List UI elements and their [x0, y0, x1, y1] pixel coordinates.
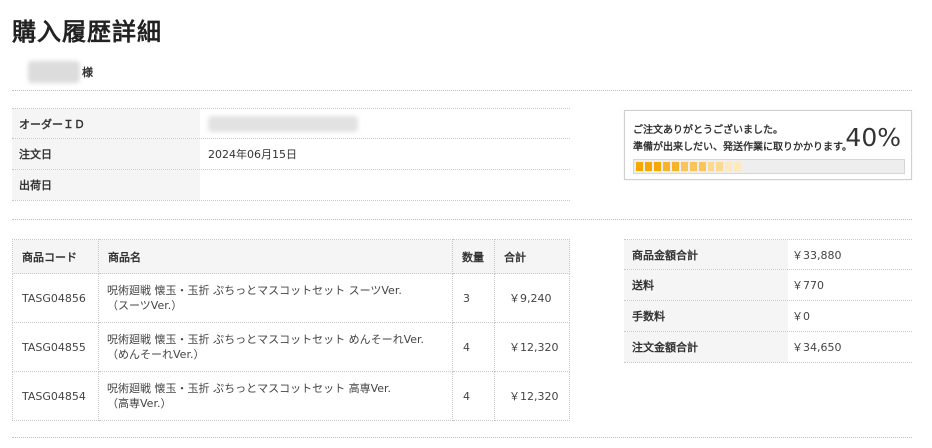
item-name: 呪術廻戦 懐玉・玉折 ぷちっとマスコットセット めんそーれVer. （めんそーれ… [98, 322, 453, 372]
item-code: TASG04856 [12, 273, 99, 323]
divider [12, 219, 912, 220]
redacted-order-id [208, 115, 358, 132]
item-subtotal: ￥9,240 [494, 273, 570, 323]
progress-segment-empty [868, 162, 875, 171]
item-name-line2: （高専Ver.） [107, 397, 172, 410]
progress-segment-filled [716, 162, 724, 171]
divider [12, 437, 912, 438]
item-name: 呪術廻戦 懐玉・玉折 ぷちっとマスコットセット 高専Ver. （高専Ver.） [98, 371, 453, 421]
item-code: TASG04854 [12, 371, 99, 421]
totals-row: 送料 ￥770 [624, 270, 912, 301]
progress-segment-filled [689, 162, 697, 171]
progress-segment-empty [877, 162, 884, 171]
progress-segment-empty [788, 162, 795, 171]
totals-table: 商品金額合計 ￥33,880 送料 ￥770 手数料 ￥0 注文金額合計 ￥34… [624, 239, 912, 363]
progress-segment-empty [859, 162, 866, 171]
progress-segment-empty [824, 162, 831, 171]
item-subtotal: ￥12,320 [494, 371, 570, 421]
shipping-value: ￥770 [792, 279, 824, 292]
progress-segment-empty [743, 162, 750, 171]
order-info-table: オーダーＩＤ 注文日 2024年06月15日 出荷日 [12, 108, 570, 201]
ship-date-value [200, 170, 570, 200]
progress-percent: 40% [845, 123, 901, 152]
item-name-line2: （スーツVer.） [107, 299, 183, 312]
fee-label: 手数料 [624, 301, 788, 331]
item-name-line2: （めんそーれVer.） [107, 348, 205, 361]
shipping-label: 送料 [624, 270, 788, 300]
progress-segment-empty [851, 162, 858, 171]
progress-segment-filled [662, 162, 670, 171]
progress-segment-empty [752, 162, 759, 171]
progress-segment-filled [725, 162, 733, 171]
totals-row: 注文金額合計 ￥34,650 [624, 332, 912, 363]
order-date-row: 注文日 2024年06月15日 [12, 139, 570, 170]
progress-segment-filled [680, 162, 688, 171]
table-row: TASG04855 呪術廻戦 懐玉・玉折 ぷちっとマスコットセット めんそーれV… [12, 322, 570, 372]
order-progress-panel: ご注文ありがとうございました。 準備が出来しだい、発送作業に取りかかります。 4… [624, 110, 912, 180]
progress-segment-empty [842, 162, 849, 171]
ship-date-row: 出荷日 [12, 170, 570, 201]
progress-segment-empty [797, 162, 804, 171]
order-date-value: 2024年06月15日 [208, 148, 297, 161]
progress-segment-filled [671, 162, 679, 171]
col-name-header: 商品名 [98, 239, 453, 274]
items-header-row: 商品コード 商品名 数量 合計 [12, 239, 570, 274]
item-name-line1: 呪術廻戦 懐玉・玉折 ぷちっとマスコットセット 高専Ver. [107, 382, 392, 395]
item-code: TASG04855 [12, 322, 99, 372]
order-total-label: 注文金額合計 [624, 332, 788, 362]
progress-segment-filled [707, 162, 715, 171]
progress-segment-empty [806, 162, 813, 171]
merchandise-total-value: ￥33,880 [792, 248, 842, 262]
item-subtotal: ￥12,320 [494, 322, 570, 372]
progress-segment-empty [779, 162, 786, 171]
divider [12, 90, 912, 91]
item-qty: 4 [452, 371, 495, 421]
page-title: 購入履歴詳細 [12, 18, 162, 46]
item-qty: 3 [452, 273, 495, 323]
totals-row: 手数料 ￥0 [624, 301, 912, 332]
item-qty: 4 [452, 322, 495, 372]
col-subtotal-header: 合計 [494, 239, 570, 274]
item-name: 呪術廻戦 懐玉・玉折 ぷちっとマスコットセット スーツVer. （スーツVer.… [98, 273, 453, 323]
order-total-value: ￥34,650 [792, 341, 842, 354]
progress-segment-filled [653, 162, 661, 171]
progress-bar [633, 159, 905, 174]
progress-message-line2: 準備が出来しだい、発送作業に取りかかります。 [633, 142, 852, 153]
items-table: 商品コード 商品名 数量 合計 TASG04856 呪術廻戦 懐玉・玉折 ぷちっ… [12, 239, 570, 421]
table-row: TASG04854 呪術廻戦 懐玉・玉折 ぷちっとマスコットセット 高専Ver.… [12, 371, 570, 421]
progress-segment-empty [770, 162, 777, 171]
progress-segment-filled [734, 162, 742, 171]
order-id-label: オーダーＩＤ [12, 109, 200, 138]
progress-message: ご注文ありがとうございました。 準備が出来しだい、発送作業に取りかかります。 [633, 122, 852, 156]
merchandise-total-label: 商品金額合計 [624, 240, 788, 269]
progress-segment-filled [636, 162, 643, 171]
order-id-value [200, 109, 570, 138]
item-name-line1: 呪術廻戦 懐玉・玉折 ぷちっとマスコットセット めんそーれVer. [107, 333, 425, 346]
col-code-header: 商品コード [12, 239, 99, 274]
redacted-customer-name [28, 61, 80, 83]
progress-segment-empty [833, 162, 840, 171]
progress-segment-filled [644, 162, 652, 171]
table-row: TASG04856 呪術廻戦 懐玉・玉折 ぷちっとマスコットセット スーツVer… [12, 273, 570, 323]
customer-name: 様 [28, 60, 93, 84]
col-qty-header: 数量 [452, 239, 495, 274]
progress-segment-empty [895, 162, 902, 171]
ship-date-label: 出荷日 [12, 170, 200, 200]
order-id-row: オーダーＩＤ [12, 108, 570, 139]
progress-segment-empty [761, 162, 768, 171]
item-name-line1: 呪術廻戦 懐玉・玉折 ぷちっとマスコットセット スーツVer. [107, 284, 402, 297]
fee-value: ￥0 [792, 310, 810, 323]
progress-message-line1: ご注文ありがとうございました。 [633, 125, 783, 136]
customer-honorific: 様 [82, 66, 93, 79]
progress-segment-empty [886, 162, 893, 171]
progress-segment-empty [815, 162, 822, 171]
progress-segment-filled [698, 162, 706, 171]
totals-row: 商品金額合計 ￥33,880 [624, 239, 912, 270]
order-date-label: 注文日 [12, 139, 200, 169]
